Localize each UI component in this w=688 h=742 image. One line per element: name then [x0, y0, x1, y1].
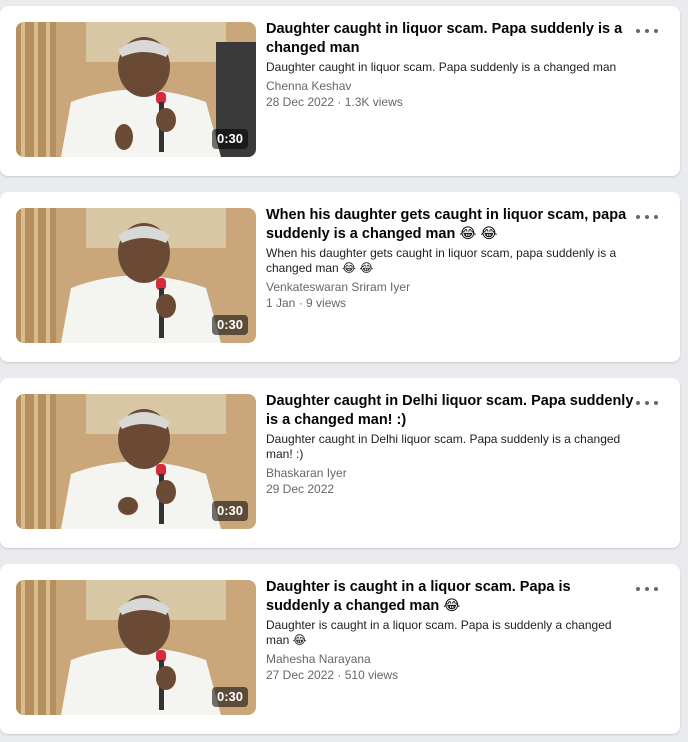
video-title[interactable]: Daughter caught in Delhi liquor scam. Pa…	[266, 392, 636, 430]
video-card[interactable]: 0:30 Daughter caught in Delhi liquor sca…	[0, 378, 680, 548]
video-card[interactable]: 0:30 When his daughter gets caught in li…	[0, 192, 680, 362]
video-card[interactable]: 0:30 Daughter is caught in a liquor scam…	[0, 564, 680, 734]
video-meta: 28 Dec 2022 · 1.3K views	[266, 95, 403, 109]
video-description: Daughter caught in liquor scam. Papa sud…	[266, 60, 617, 74]
video-title[interactable]: Daughter is caught in a liquor scam. Pap…	[266, 578, 636, 616]
video-description: When his daughter gets caught in liquor …	[266, 246, 617, 275]
video-author[interactable]: Venkateswaran Sriram Iyer	[266, 280, 636, 295]
more-options-icon[interactable]	[636, 582, 658, 596]
video-thumbnail[interactable]: 0:30	[16, 394, 256, 529]
video-meta: 27 Dec 2022 · 510 views	[266, 668, 399, 682]
video-duration: 0:30	[211, 501, 248, 521]
video-meta: 1 Jan · 9 views	[266, 296, 347, 310]
video-thumbnail[interactable]: 0:30	[16, 208, 256, 343]
video-duration: 0:30	[211, 129, 248, 149]
more-options-icon[interactable]	[636, 396, 658, 410]
video-meta: 29 Dec 2022	[266, 482, 335, 496]
video-thumbnail[interactable]: 0:30	[16, 22, 256, 157]
video-description: Daughter is caught in a liquor scam. Pap…	[266, 618, 612, 647]
more-options-icon[interactable]	[636, 210, 658, 224]
video-author[interactable]: Bhaskaran Iyer	[266, 466, 636, 481]
video-title[interactable]: When his daughter gets caught in liquor …	[266, 206, 636, 244]
video-title[interactable]: Daughter caught in liquor scam. Papa sud…	[266, 20, 636, 58]
video-author[interactable]: Mahesha Narayana	[266, 652, 636, 667]
video-thumbnail[interactable]: 0:30	[16, 580, 256, 715]
more-options-icon[interactable]	[636, 24, 658, 38]
video-card[interactable]: 0:30 Daughter caught in liquor scam. Pap…	[0, 6, 680, 176]
video-description: Daughter caught in Delhi liquor scam. Pa…	[266, 432, 621, 461]
video-duration: 0:30	[211, 315, 248, 335]
video-duration: 0:30	[211, 687, 248, 707]
video-author[interactable]: Chenna Keshav	[266, 79, 636, 94]
